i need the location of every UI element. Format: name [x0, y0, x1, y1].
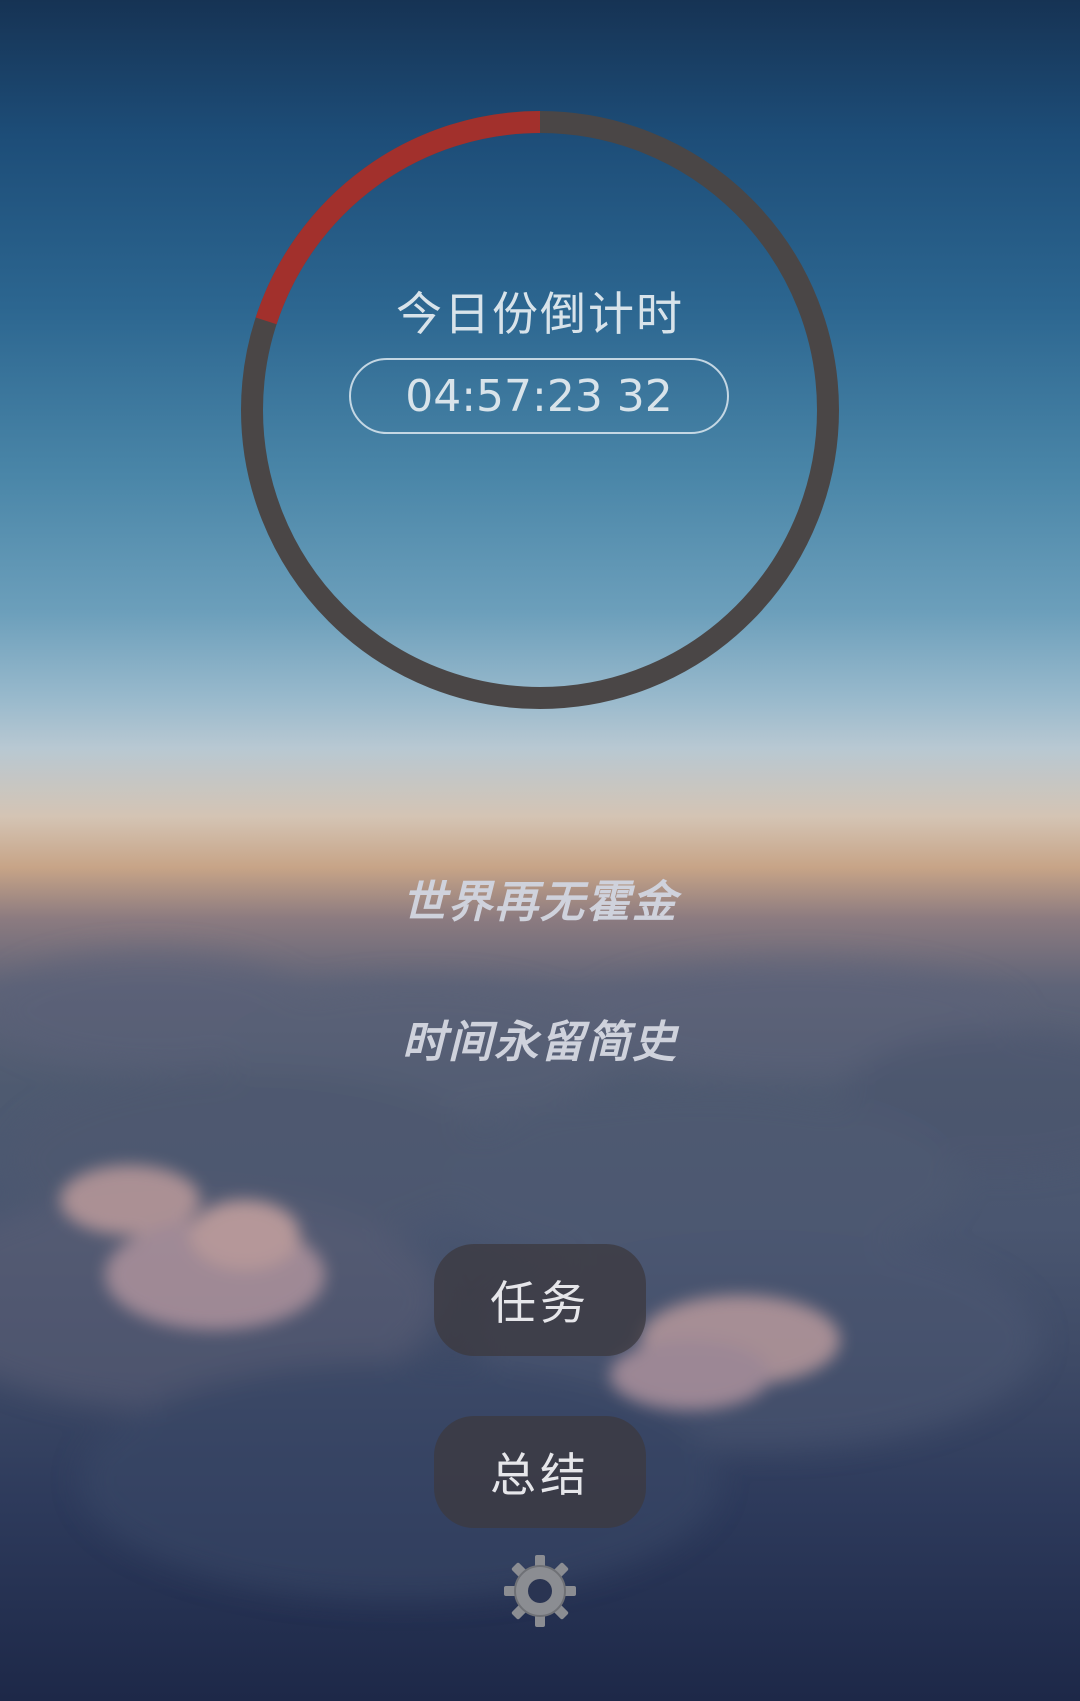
countdown-time: 04:57:23 32: [349, 358, 729, 434]
summary-button[interactable]: 总结: [434, 1416, 646, 1528]
quote-line-2: 时间永留简史: [402, 1017, 678, 1068]
gear-icon[interactable]: [502, 1553, 578, 1629]
countdown-title: 今日份倒计时: [396, 287, 684, 341]
quote-line-1: 世界再无霍金: [402, 877, 678, 928]
countdown-ring: 今日份倒计时 04:57:23 32: [238, 108, 842, 712]
tasks-button[interactable]: 任务: [434, 1244, 646, 1356]
